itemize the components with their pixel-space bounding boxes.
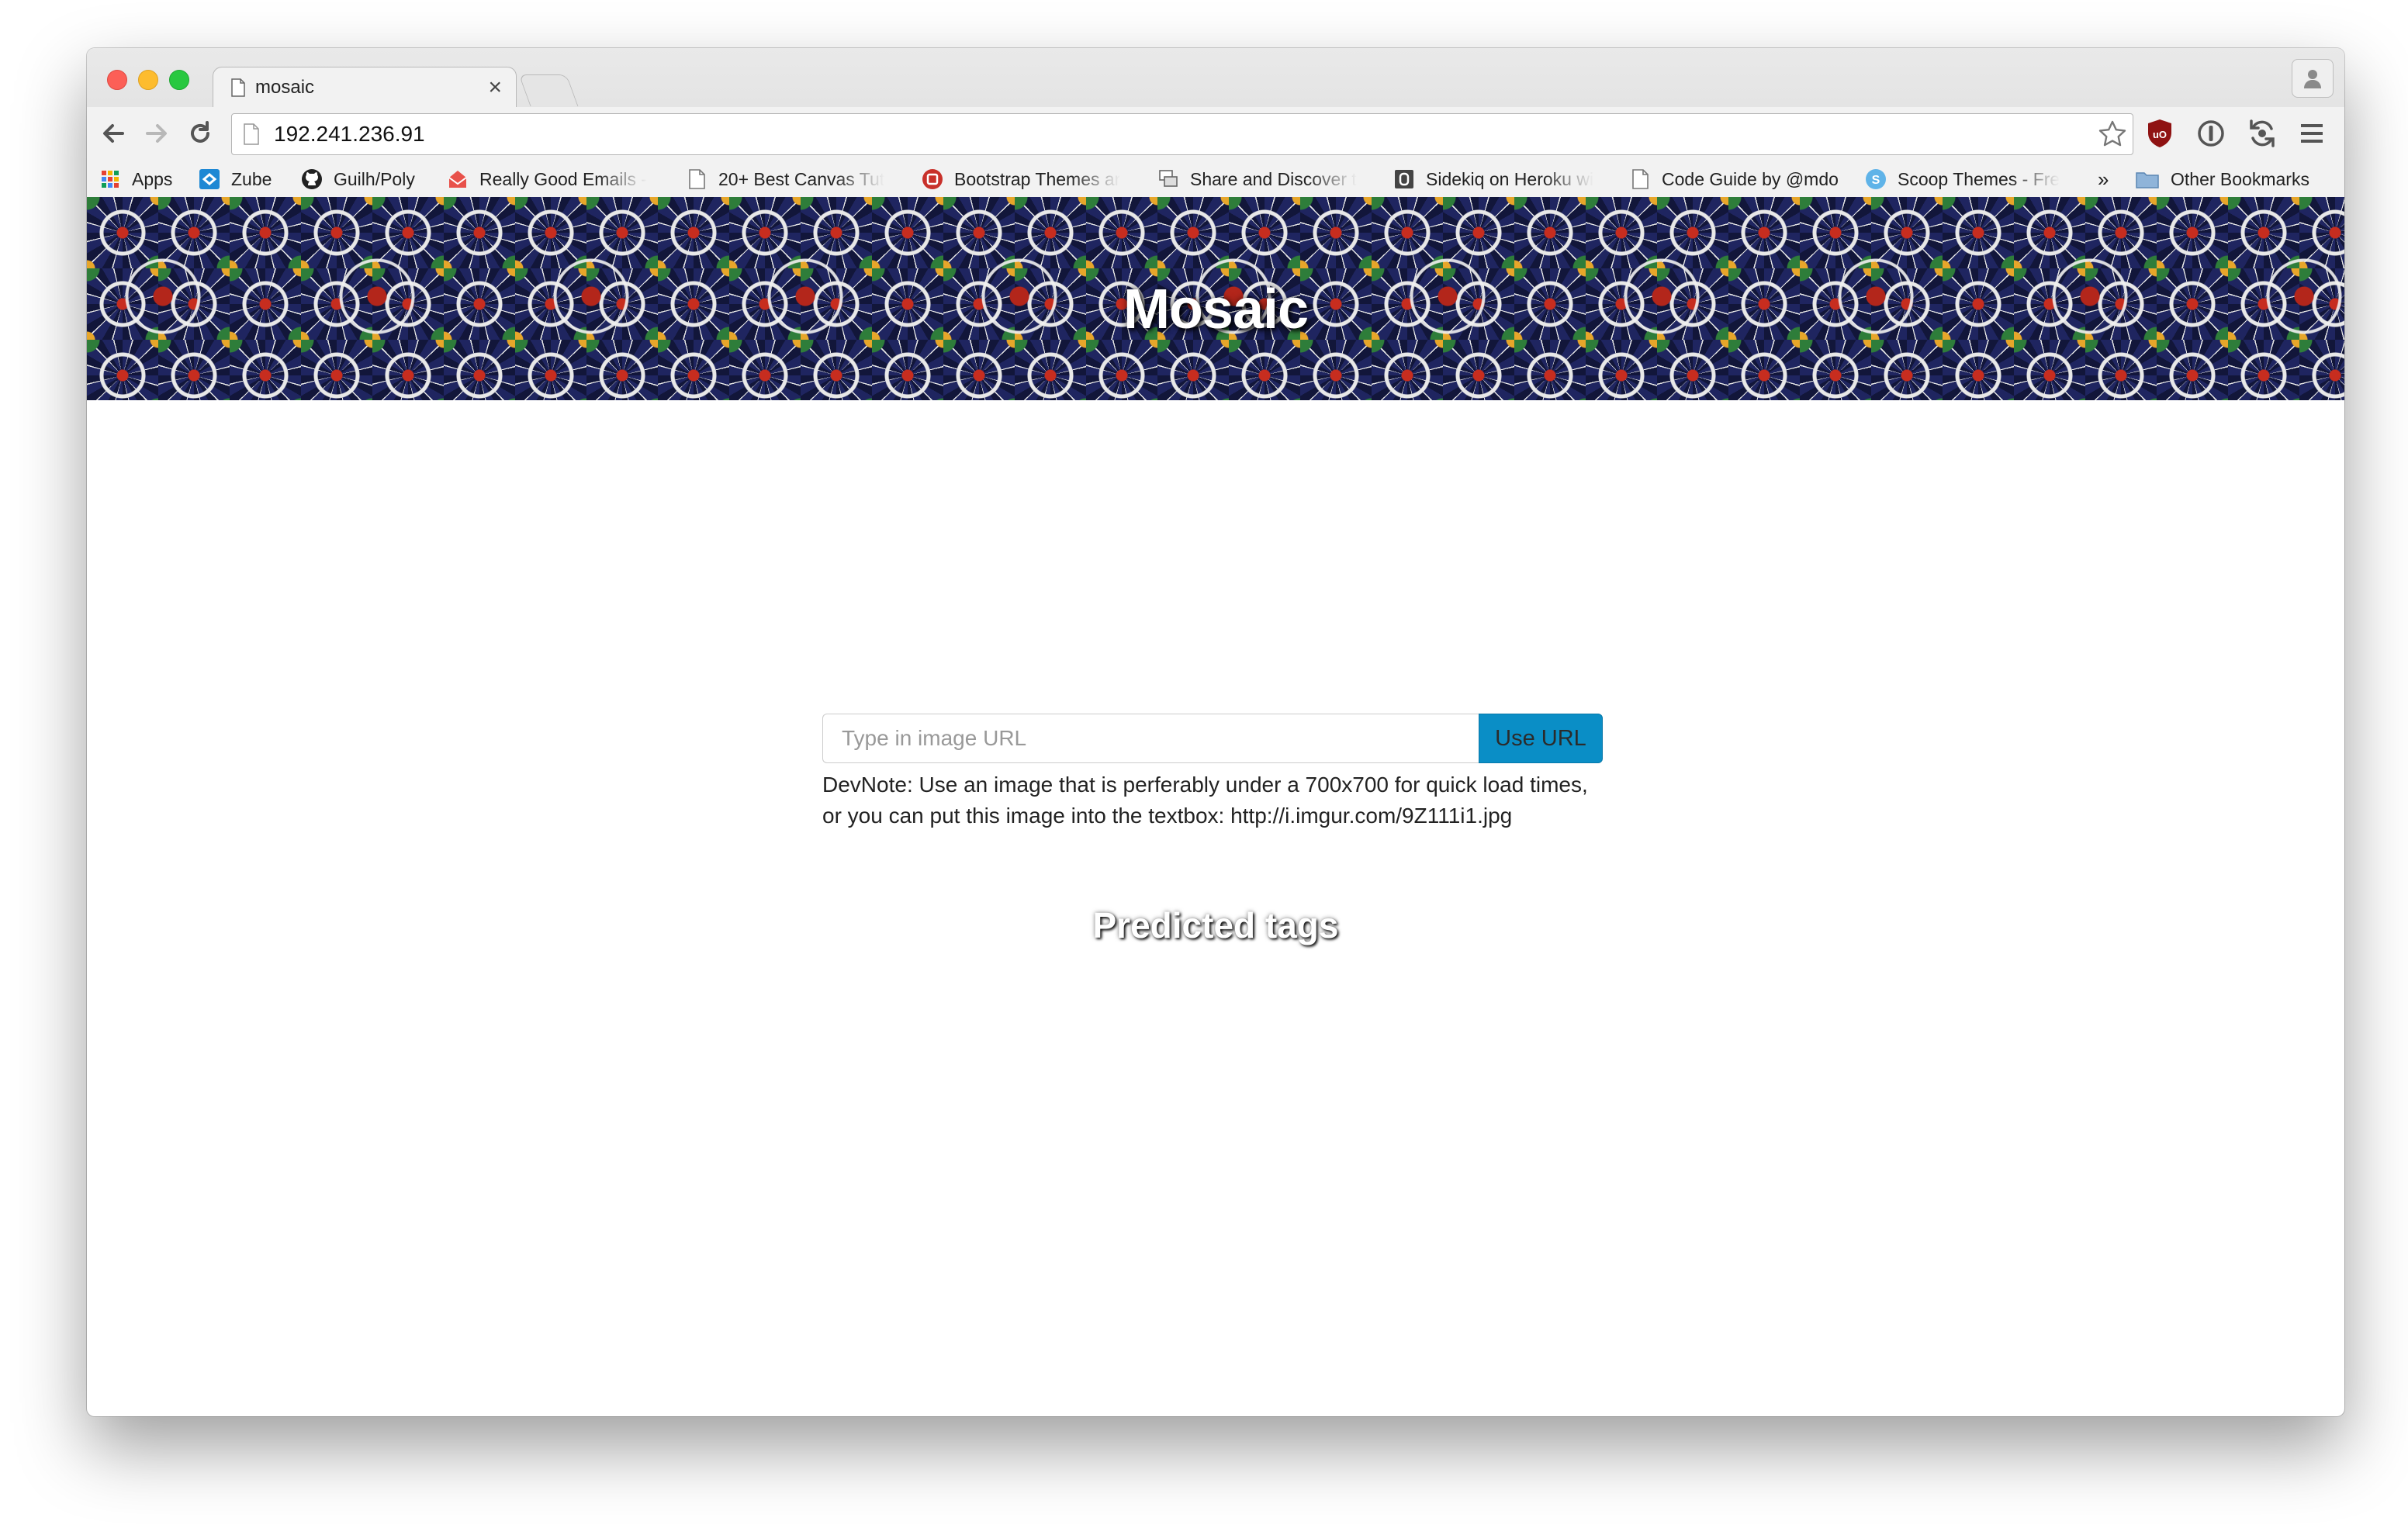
tab-title: mosaic <box>255 77 315 98</box>
bookmark-label: Apps <box>132 168 173 189</box>
tab-strip: mosaic × <box>87 48 2344 109</box>
bookmark-star-icon[interactable] <box>2097 119 2128 150</box>
bootstrap-icon <box>922 169 943 189</box>
bookmark-label: Guilh/Poly <box>334 168 415 189</box>
bookmark-label: Other Bookmarks <box>2171 168 2309 189</box>
page-icon <box>689 169 705 189</box>
maximize-window-button[interactable] <box>169 70 189 90</box>
mosaic-banner: Mosaic <box>87 197 2344 400</box>
profile-button[interactable] <box>2292 59 2334 98</box>
bookmark-label: Scoop Themes - Fre <box>1898 168 2060 189</box>
browser-chrome: mosaic × 192.241.236.91 uO Apps Zube Gui… <box>87 48 2344 198</box>
ublock-shield-icon[interactable]: uO <box>2143 116 2177 150</box>
address-url: 192.241.236.91 <box>274 122 425 146</box>
bookmark-guilh-poly[interactable]: Guilh/Poly <box>301 168 415 191</box>
bookmark-label: Code Guide by @mdo <box>1662 168 1839 189</box>
predicted-tags-heading: Predicted tags <box>1092 905 1339 945</box>
page-icon <box>244 123 259 145</box>
github-icon <box>302 169 322 189</box>
chevron-double-right-icon: » <box>2098 167 2109 191</box>
bookmarks-overflow-button[interactable]: » <box>2098 168 2109 191</box>
close-window-button[interactable] <box>107 70 127 90</box>
bookmark-zube[interactable]: Zube <box>199 168 272 191</box>
bookmark-scoop-themes[interactable]: S Scoop Themes - Fre <box>1865 168 2074 191</box>
bookmark-label: Really Good Emails - <box>479 168 648 189</box>
tab-close-icon[interactable]: × <box>488 74 502 102</box>
dev-note-line: DevNote: Use an image that is perferably… <box>822 773 1588 797</box>
share-icon <box>1159 170 1178 187</box>
bookmark-label: Sidekiq on Heroku wi <box>1426 168 1594 189</box>
image-url-input[interactable] <box>822 714 1479 763</box>
bookmark-share-and-discover[interactable]: Share and Discover t <box>1157 168 1372 191</box>
bookmark-sidekiq-heroku[interactable]: Sidekiq on Heroku wi <box>1393 168 1607 191</box>
bookmark-really-good-emails[interactable]: Really Good Emails - <box>447 168 658 191</box>
bookmark-label: 20+ Best Canvas Tut <box>718 168 885 189</box>
use-url-button[interactable]: Use URL <box>1479 714 1603 763</box>
svg-text:uO: uO <box>2153 129 2167 140</box>
sidekiq-icon <box>1395 170 1413 188</box>
browser-toolbar: 192.241.236.91 uO <box>87 107 2344 160</box>
tab-mosaic[interactable]: mosaic × <box>213 67 517 109</box>
page-icon <box>231 78 245 97</box>
back-arrow-icon[interactable] <box>98 118 129 149</box>
zube-icon <box>199 169 220 189</box>
bookmark-label: Zube <box>231 168 272 189</box>
onepassword-icon[interactable] <box>2194 116 2228 150</box>
page-icon <box>1632 169 1649 189</box>
bookmarks-bar: Apps Zube Guilh/Poly Really Good Emails … <box>87 160 2344 197</box>
url-form: Use URL <box>822 714 1603 765</box>
folder-icon <box>2136 172 2159 188</box>
bookmark-bootstrap-themes[interactable]: Bootstrap Themes ar <box>922 168 1134 191</box>
dev-note-line: or you can put this image into the textb… <box>822 804 1513 828</box>
bookmark-label: Bootstrap Themes ar <box>954 168 1121 189</box>
bookmark-canvas-tutorials[interactable]: 20+ Best Canvas Tut <box>686 168 895 191</box>
scoop-icon: S <box>1866 169 1886 189</box>
person-icon <box>2304 70 2321 88</box>
apps-grid-icon <box>102 171 119 188</box>
address-bar[interactable]: 192.241.236.91 <box>231 113 2133 155</box>
browser-window: mosaic × 192.241.236.91 uO Apps Zube Gui… <box>87 48 2344 1416</box>
svg-text:S: S <box>1872 174 1880 187</box>
bookmark-label: Share and Discover t <box>1190 168 1357 189</box>
bookmark-other-bookmarks[interactable]: Other Bookmarks <box>2135 168 2309 191</box>
reload-icon[interactable] <box>185 118 216 149</box>
dev-note: DevNote: Use an image that is perferably… <box>822 769 1629 831</box>
bookmark-apps[interactable]: Apps <box>99 168 172 191</box>
new-tab-button[interactable] <box>518 74 579 106</box>
sync-extension-icon[interactable] <box>2245 116 2279 150</box>
forward-arrow-icon[interactable] <box>141 118 172 149</box>
menu-hamburger-icon[interactable] <box>2295 116 2329 150</box>
minimize-window-button[interactable] <box>138 70 158 90</box>
page-title: Mosaic <box>1123 278 1309 341</box>
envelope-icon <box>448 171 467 188</box>
bookmark-code-guide[interactable]: Code Guide by @mdo <box>1629 168 1839 191</box>
